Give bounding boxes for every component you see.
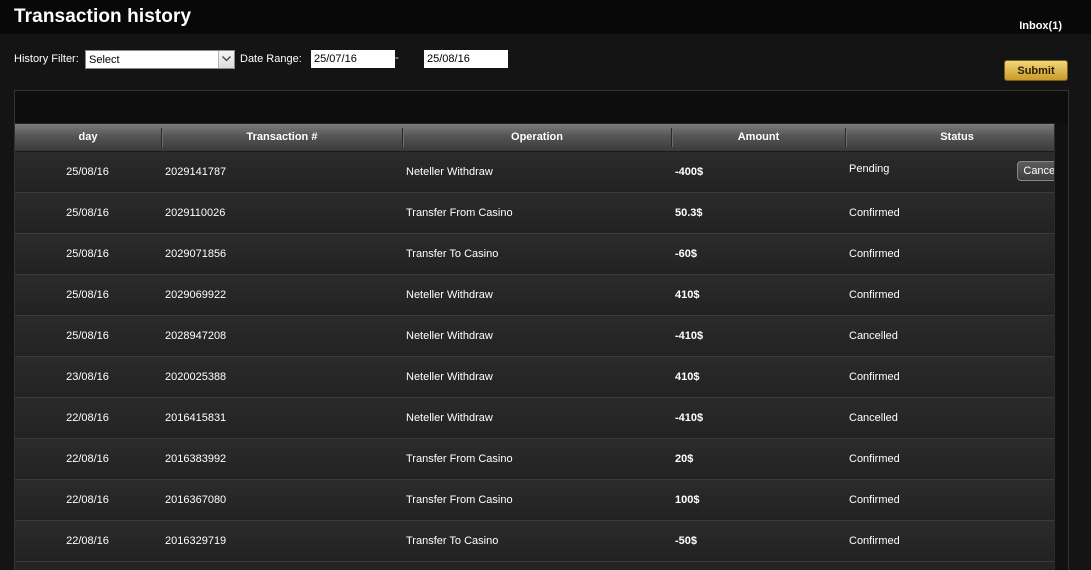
cell-status: Confirmed	[849, 289, 900, 301]
cell-status: Confirmed	[849, 207, 900, 219]
cell-amount: -400$	[675, 166, 704, 178]
transaction-history-page: Transaction history Inbox(1) History Fil…	[0, 0, 1091, 570]
cell-amount: -60$	[675, 248, 698, 260]
cell-day: 25/08/16	[66, 248, 109, 260]
cell-amount: -410$	[675, 412, 704, 424]
cell-amount: -50$	[675, 535, 698, 547]
cell-amount: -410$	[675, 330, 704, 342]
table-row: 25/08/16 2029071856 Transfer To Casino -…	[15, 234, 1055, 275]
history-filter-select[interactable]: Select	[85, 50, 235, 69]
cell-operation: Transfer To Casino	[406, 535, 499, 547]
table-row: 22/08/16 2016415831 Neteller Withdraw -4…	[15, 398, 1055, 439]
table-row: 25/08/16 2029110026 Transfer From Casino…	[15, 193, 1055, 234]
cell-transaction-number: 2029110026	[165, 207, 226, 219]
column-header-operation: Operation	[511, 131, 563, 143]
cell-status: Pending	[849, 163, 890, 175]
cell-operation: Transfer From Casino	[406, 494, 513, 506]
date-to-input[interactable]	[424, 50, 508, 68]
table-row: 22/08/16 2016383992 Transfer From Casino…	[15, 439, 1055, 480]
cell-transaction-number: 2016415831	[165, 412, 227, 424]
history-filter-value: Select	[89, 54, 120, 66]
transactions-table: day Transaction # Operation Amount Statu…	[14, 90, 1069, 570]
cell-status: Confirmed	[849, 453, 900, 465]
date-separator: -	[395, 52, 399, 64]
cell-status: Confirmed	[849, 494, 900, 506]
cell-operation: Neteller Withdraw	[406, 289, 493, 301]
cell-amount: 410$	[675, 371, 700, 383]
table-body: 25/08/16 2029141787 Neteller Withdraw -4…	[15, 152, 1064, 562]
table-toolbar	[15, 91, 1068, 123]
cell-transaction-number: 2016329719	[165, 535, 227, 547]
cell-status: Confirmed	[849, 248, 900, 260]
cell-status: Cancelled	[849, 330, 898, 342]
cell-operation: Neteller Withdraw	[406, 371, 493, 383]
cell-day: 22/08/16	[66, 494, 109, 506]
cell-status: Confirmed	[849, 535, 900, 547]
chevron-down-icon[interactable]	[218, 51, 234, 68]
cell-transaction-number: 2029141787	[165, 166, 227, 178]
cell-day: 23/08/16	[66, 371, 109, 383]
cell-day: 22/08/16	[66, 535, 109, 547]
submit-button[interactable]: Submit	[1004, 60, 1068, 81]
page-title: Transaction history	[14, 6, 192, 27]
cell-transaction-number: 2020025388	[165, 371, 227, 383]
table-row: 23/08/16 2020025388 Neteller Withdraw 41…	[15, 357, 1055, 398]
cell-amount: 50.3$	[675, 207, 703, 219]
table-row: 25/08/16 2028947208 Neteller Withdraw -4…	[15, 316, 1055, 357]
cell-status: Confirmed	[849, 371, 900, 383]
cell-operation: Transfer From Casino	[406, 207, 513, 219]
column-header-amount: Amount	[737, 131, 780, 143]
cell-operation: Transfer To Casino	[406, 248, 499, 260]
cell-day: 25/08/16	[66, 207, 109, 219]
date-range-label: Date Range:	[240, 53, 302, 65]
column-header-day: day	[78, 131, 98, 143]
cell-operation: Transfer From Casino	[406, 453, 513, 465]
cell-amount: 410$	[675, 289, 700, 301]
cell-day: 22/08/16	[66, 453, 109, 465]
cell-day: 25/08/16	[66, 289, 109, 301]
cell-amount: 20$	[675, 453, 694, 465]
cell-transaction-number: 2029069922	[165, 289, 227, 301]
column-header-status: Status	[940, 131, 974, 143]
cell-transaction-number: 2029071856	[165, 248, 227, 260]
table-row: 25/08/16 2029141787 Neteller Withdraw -4…	[15, 152, 1064, 193]
cell-operation: Neteller Withdraw	[406, 330, 493, 342]
cell-amount: 100$	[675, 494, 700, 506]
cell-transaction-number: 2016383992	[165, 453, 227, 465]
history-filter-label: History Filter:	[14, 53, 79, 65]
cell-day: 22/08/16	[66, 412, 109, 424]
cell-day: 25/08/16	[66, 166, 109, 178]
date-from-input[interactable]	[311, 50, 395, 68]
column-header-transaction: Transaction #	[246, 131, 318, 143]
cell-transaction-number: 2028947208	[165, 330, 227, 342]
table-row: 22/08/16 2016367080 Transfer From Casino…	[15, 480, 1055, 521]
table-row: 22/08/16 2016329719 Transfer To Casino -…	[15, 521, 1055, 562]
cell-day: 25/08/16	[66, 330, 109, 342]
table-scrollbar[interactable]	[1054, 123, 1068, 570]
inbox-link[interactable]: Inbox(1)	[1019, 20, 1062, 32]
cell-operation: Neteller Withdraw	[406, 412, 493, 424]
table-header: day Transaction # Operation Amount Statu…	[15, 124, 1055, 152]
title-bar: Transaction history Inbox(1)	[0, 0, 1091, 34]
cell-operation: Neteller Withdraw	[406, 166, 493, 178]
cell-status: Cancelled	[849, 412, 898, 424]
table-row: 25/08/16 2029069922 Neteller Withdraw 41…	[15, 275, 1055, 316]
cell-transaction-number: 2016367080	[165, 494, 227, 506]
